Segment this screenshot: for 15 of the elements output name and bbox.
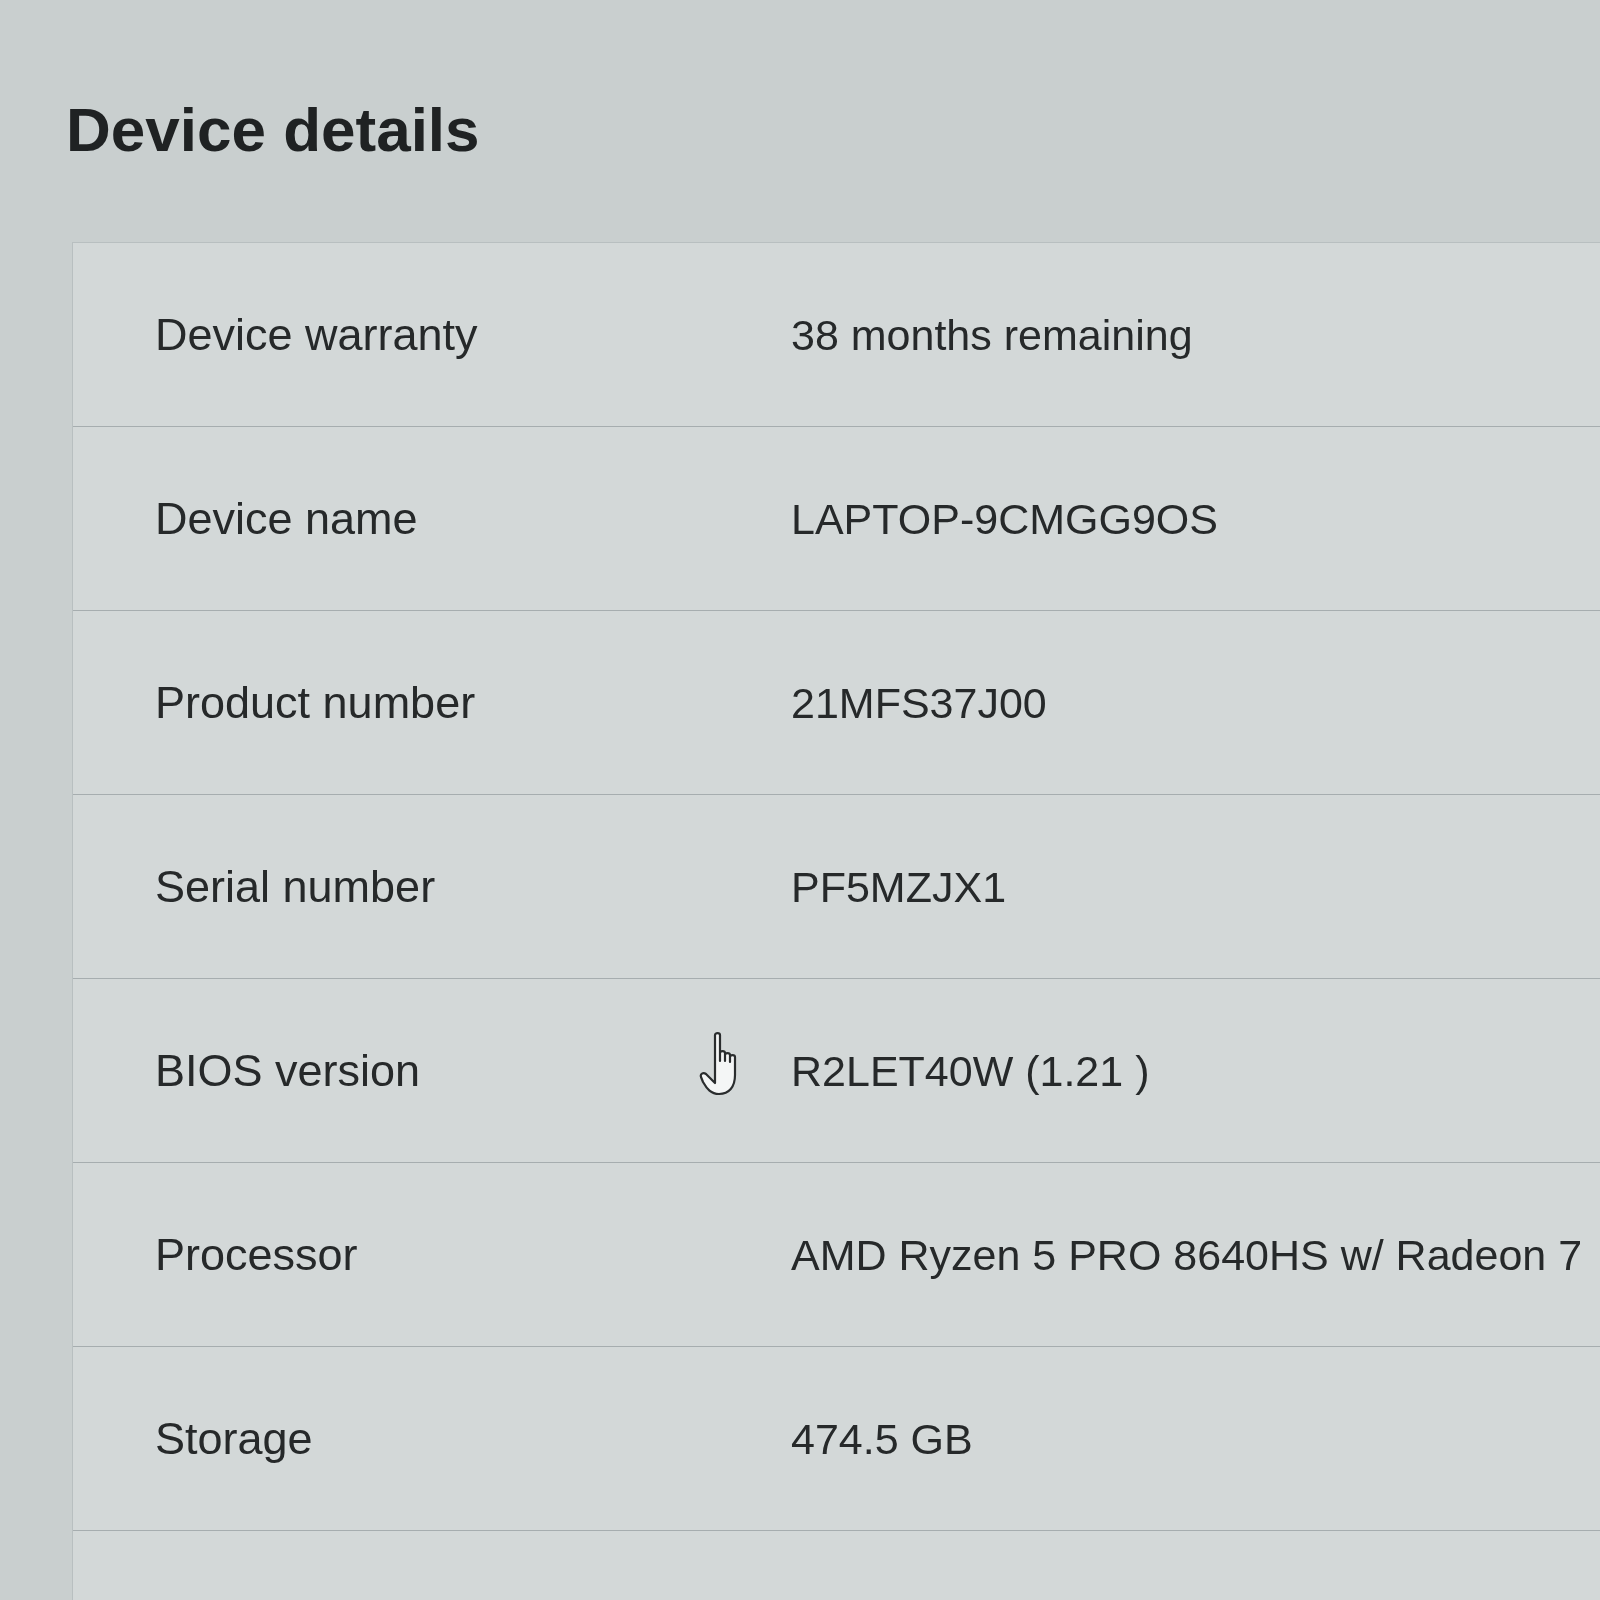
- detail-value: AMD Ryzen 5 PRO 8640HS w/ Radeon 7: [791, 1229, 1583, 1281]
- detail-value: 21MFS37J00: [791, 677, 1047, 729]
- detail-label: Device warranty: [155, 307, 478, 362]
- detail-label: Serial number: [155, 859, 436, 914]
- page-title: Device details: [66, 94, 480, 166]
- detail-label: Product number: [155, 675, 476, 730]
- detail-label: Storage: [155, 1411, 313, 1466]
- detail-label: Device name: [155, 491, 418, 546]
- detail-label: Processor: [155, 1227, 358, 1282]
- detail-label: BIOS version: [155, 1043, 421, 1098]
- detail-value: 38 months remaining: [791, 309, 1193, 361]
- detail-value: R2LET40W (1.21 ): [791, 1045, 1150, 1097]
- detail-value: LAPTOP-9CMGG9OS: [791, 493, 1218, 545]
- detail-value: PF5MZJX1: [791, 861, 1007, 913]
- detail-value: 474.5 GB: [791, 1413, 973, 1465]
